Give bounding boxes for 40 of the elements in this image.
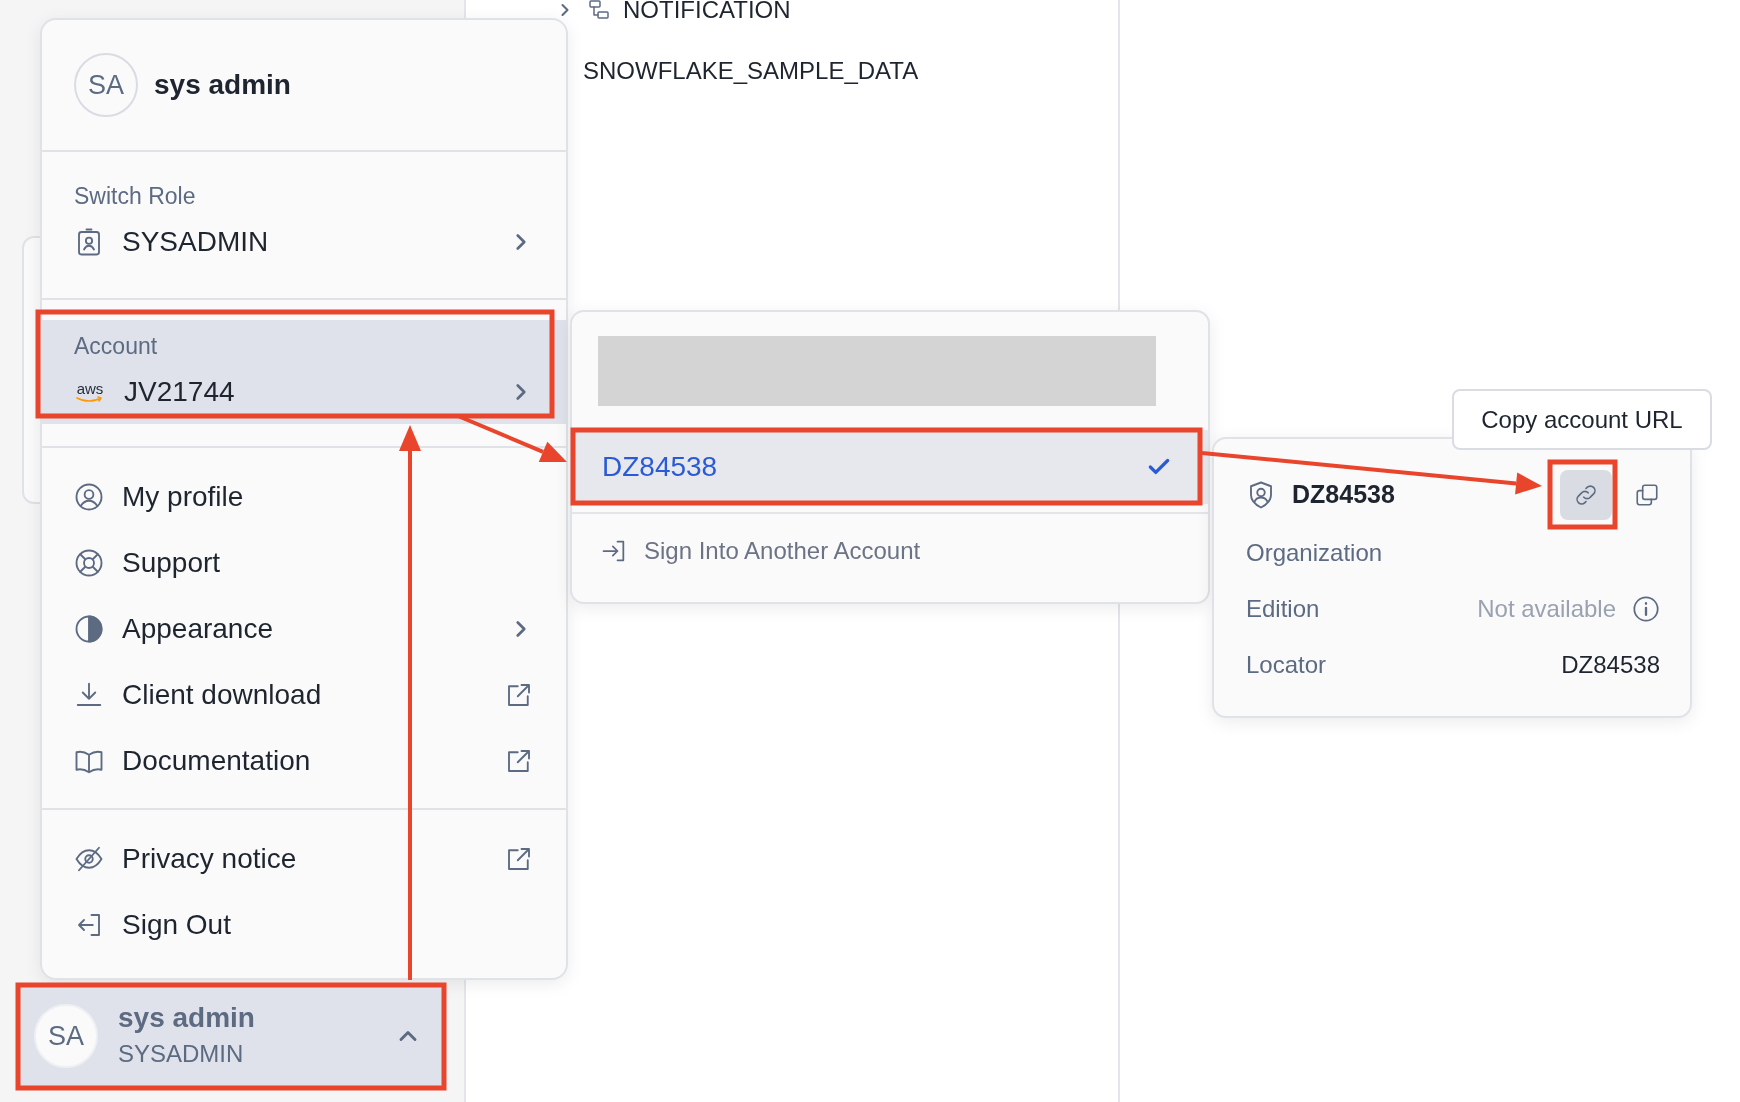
copy-link-button[interactable]	[1560, 470, 1612, 520]
menu-item[interactable]: Account aws JV21744	[42, 320, 566, 424]
detail-label: Edition	[1246, 594, 1321, 624]
detail-label: Locator	[1246, 650, 1328, 680]
copy-button[interactable]	[1634, 482, 1660, 508]
menu-value: SYSADMIN	[122, 225, 270, 259]
user-name: sys admin	[118, 1001, 256, 1035]
avatar: SA	[34, 1004, 98, 1068]
tooltip: Copy account URL	[1452, 389, 1712, 450]
menu-value: JV21744	[124, 375, 236, 409]
section-label: Switch Role	[74, 182, 197, 211]
menu-item[interactable]: Documentation	[42, 728, 566, 794]
avatar: SA	[74, 53, 138, 117]
detail-label: Organization	[1246, 538, 1384, 568]
lifebuoy-icon	[74, 548, 104, 578]
user-name: sys admin	[154, 68, 291, 102]
detail-value: Not available	[1477, 594, 1616, 624]
sign-in-link[interactable]: Sign Into Another Account	[572, 512, 1208, 588]
menu-item[interactable]: Sign Out	[42, 892, 566, 958]
user-circle-icon	[74, 482, 104, 512]
tree-item[interactable]: SNOWFLAKE_SAMPLE_DATA	[583, 53, 919, 89]
tree-icon	[587, 0, 611, 22]
section-label: Account	[74, 332, 159, 361]
contrast-icon	[74, 614, 104, 644]
menu-item[interactable]: Appearance	[42, 596, 566, 662]
link-icon	[1573, 482, 1599, 508]
menu-item[interactable]: Privacy notice	[42, 826, 566, 892]
menu-item[interactable]: My profile	[42, 464, 566, 530]
detail-value: DZ84538	[1561, 650, 1660, 680]
menu-item[interactable]: Support	[42, 530, 566, 596]
menu-item[interactable]: Client download	[42, 662, 566, 728]
menu-item[interactable]: Switch Role SYSADMIN	[42, 170, 566, 274]
highlight-frame	[1547, 459, 1618, 530]
tree-item[interactable]: NOTIFICATION	[623, 0, 791, 28]
user-menu-button[interactable]: SA sys admin SYSADMIN	[18, 986, 444, 1086]
account-name: DZ84538	[1292, 479, 1396, 511]
user-role: SYSADMIN	[118, 1039, 245, 1069]
aws-logo: aws	[74, 380, 106, 404]
eye-slash-icon	[74, 844, 104, 874]
copy-icon	[1634, 482, 1660, 508]
